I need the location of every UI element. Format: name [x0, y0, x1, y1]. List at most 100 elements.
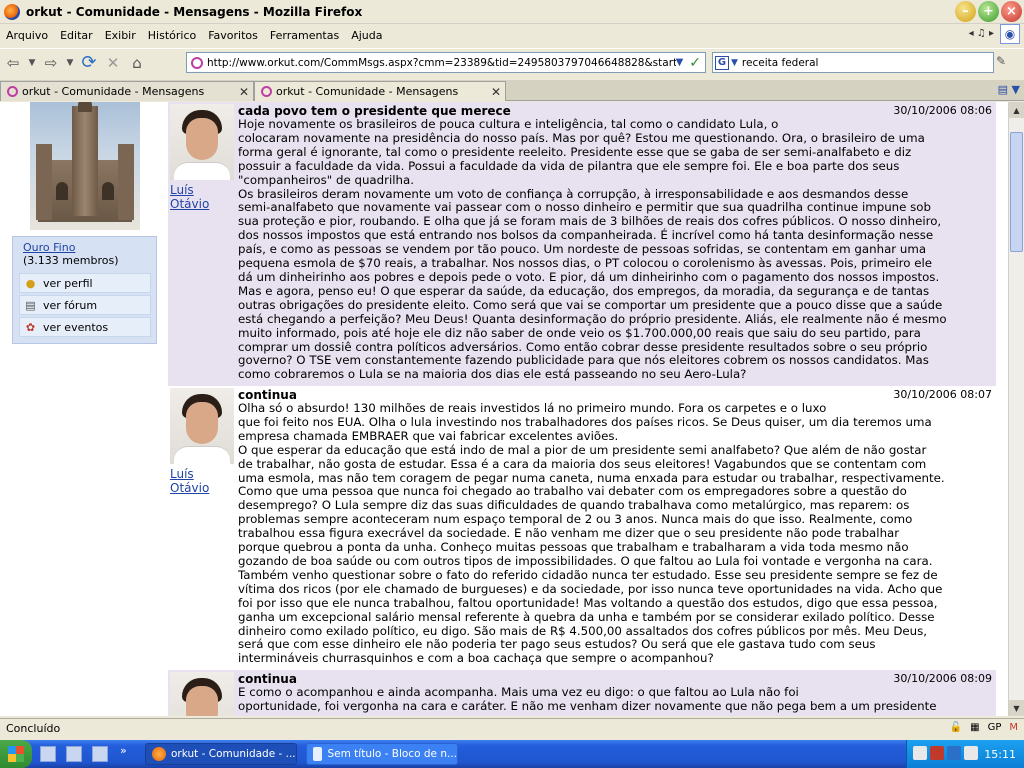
tab-list-icon[interactable]: ▤ ▼	[998, 83, 1020, 96]
view-forum-link[interactable]: ▤ ver fórum	[19, 295, 151, 315]
community-info-panel: Ouro Fino (3.133 membros) ● ver perfil ▤…	[12, 236, 157, 344]
windows-logo-icon	[8, 746, 24, 762]
menu-exibir[interactable]: Exibir	[105, 29, 136, 42]
back-dropdown-icon[interactable]: ▼	[26, 52, 38, 74]
back-icon[interactable]: ⇦	[2, 52, 24, 74]
tab-2[interactable]: orkut - Comunidade - Mensagens ✕	[254, 81, 506, 101]
taskbar-notepad[interactable]: Sem título - Bloco de n...	[306, 743, 458, 765]
menu-ferramentas[interactable]: Ferramentas	[270, 29, 339, 42]
tray-icon[interactable]	[930, 746, 944, 760]
forum-icon: ▤	[25, 298, 36, 312]
message-title: continua	[238, 388, 297, 402]
tab-1[interactable]: orkut - Comunidade - Mensagens ✕	[0, 81, 254, 101]
search-engine-dropdown-icon[interactable]: ▼	[731, 58, 738, 68]
message-date: 30/10/2006 08:09	[893, 672, 992, 685]
message-body: Olha só o absurdo! 130 milhões de reais …	[238, 402, 945, 666]
author-avatar[interactable]	[170, 672, 234, 716]
firefox-icon	[4, 3, 20, 20]
taskbar-firefox[interactable]: orkut - Comunidade - ...	[145, 743, 297, 765]
network-icon[interactable]: ▦	[970, 722, 979, 733]
status-text: Concluído	[6, 722, 61, 735]
menu-favoritos[interactable]: Favoritos	[208, 29, 258, 42]
tab-label: orkut - Comunidade - Mensagens	[22, 85, 205, 98]
tray-icon[interactable]	[913, 746, 927, 760]
author-link[interactable]: Luís Otávio	[170, 183, 234, 211]
message-body: E como o acompanhou e ainda acompanha. M…	[238, 686, 937, 713]
window-title: orkut - Comunidade - Mensagens - Mozilla…	[26, 4, 363, 19]
search-engine-icon[interactable]: G	[715, 55, 729, 70]
tab-close-icon[interactable]: ✕	[491, 85, 501, 99]
tab-label: orkut - Comunidade - Mensagens	[276, 85, 459, 98]
taskbar: » orkut - Comunidade - ... Sem título - …	[0, 740, 1024, 768]
tray-icon[interactable]	[964, 746, 978, 760]
message-body: Hoje novamente os brasileiros de pouca c…	[238, 118, 947, 382]
message-title: cada povo tem o presidente que merece	[238, 104, 511, 118]
minimize-button[interactable]: –	[955, 1, 976, 22]
community-photo[interactable]	[30, 102, 140, 230]
status-bar: Concluído 🔓 ▦ GP M	[0, 718, 1024, 738]
menu-editar[interactable]: Editar	[60, 29, 93, 42]
menu-bar: Arquivo Editar Exibir Histórico Favorito…	[0, 24, 1024, 46]
go-icon[interactable]: ✓	[689, 55, 701, 71]
scroll-thumb[interactable]	[1010, 132, 1023, 252]
url-bar[interactable]: http://www.orkut.com/CommMsgs.aspx?cmm=2…	[186, 52, 706, 73]
toolbar-extension-icons[interactable]: ◂ ♫ ▸	[969, 28, 994, 39]
forward-dropdown-icon[interactable]: ▼	[64, 52, 76, 74]
tab-close-icon[interactable]: ✕	[239, 85, 249, 99]
author-avatar[interactable]	[170, 104, 234, 180]
mail-icon[interactable]: M	[1009, 722, 1018, 733]
view-events-link[interactable]: ✿ ver eventos	[19, 317, 151, 337]
quicklaunch-icon[interactable]	[66, 746, 82, 762]
site-favicon-icon	[191, 56, 203, 69]
tab-favicon-icon	[261, 86, 272, 97]
system-tray: 15:11	[906, 740, 1024, 768]
lock-icon[interactable]: 🔓	[950, 722, 962, 733]
left-sidebar: Ouro Fino (3.133 membros) ● ver perfil ▤…	[0, 102, 168, 716]
author-avatar[interactable]	[170, 388, 234, 464]
notepad-task-icon	[313, 747, 323, 761]
search-input[interactable]: receita federal	[742, 57, 819, 69]
search-go-icon[interactable]: ✎	[996, 54, 1014, 72]
reload-icon[interactable]: ⟳	[78, 52, 100, 74]
message-list: Luís Otávio cada povo tem o presidente q…	[168, 102, 996, 716]
tray-icon[interactable]	[947, 746, 961, 760]
message-date: 30/10/2006 08:06	[893, 104, 992, 117]
message-item: Luís Otávio cada povo tem o presidente q…	[168, 102, 996, 386]
scroll-up-icon[interactable]: ▲	[1009, 102, 1024, 118]
quicklaunch-icon[interactable]	[40, 746, 56, 762]
clock[interactable]: 15:11	[984, 748, 1016, 761]
vertical-scrollbar[interactable]: ▲ ▼	[1008, 102, 1024, 716]
search-bar[interactable]: G ▼ receita federal	[712, 52, 994, 73]
community-members-count: (3.133 membros)	[23, 254, 119, 267]
stop-icon[interactable]: ✕	[102, 52, 124, 74]
menu-ajuda[interactable]: Ajuda	[351, 29, 382, 42]
tab-favicon-icon	[7, 86, 18, 97]
message-date: 30/10/2006 08:07	[893, 388, 992, 401]
window-titlebar: orkut - Comunidade - Mensagens - Mozilla…	[0, 0, 1024, 24]
page-content: Ouro Fino (3.133 membros) ● ver perfil ▤…	[0, 102, 1008, 716]
close-button[interactable]: ×	[1001, 1, 1022, 22]
events-icon: ✿	[25, 320, 36, 334]
menu-historico[interactable]: Histórico	[148, 29, 196, 42]
menu-arquivo[interactable]: Arquivo	[6, 29, 48, 42]
message-item: Luís Otávio continua 30/10/2006 08:07 Ol…	[168, 386, 996, 670]
tab-bar: orkut - Comunidade - Mensagens ✕ orkut -…	[0, 80, 1024, 101]
scroll-down-icon[interactable]: ▼	[1009, 700, 1024, 716]
view-profile-link[interactable]: ● ver perfil	[19, 273, 151, 293]
person-icon: ●	[25, 276, 36, 290]
community-name-link[interactable]: Ouro Fino	[23, 241, 75, 254]
home-icon[interactable]: ⌂	[126, 52, 148, 74]
quicklaunch-icon[interactable]	[92, 746, 108, 762]
url-text[interactable]: http://www.orkut.com/CommMsgs.aspx?cmm=2…	[207, 57, 676, 69]
throbber-icon: ◉	[1000, 24, 1020, 44]
message-title: continua	[238, 672, 297, 686]
message-item: continua 30/10/2006 08:09 E como o acomp…	[168, 670, 996, 716]
quicklaunch-more-icon[interactable]: »	[120, 744, 127, 757]
firefox-task-icon	[152, 747, 166, 761]
author-link[interactable]: Luís Otávio	[170, 467, 234, 495]
url-dropdown-icon[interactable]: ▼	[676, 57, 684, 68]
maximize-button[interactable]: +	[978, 1, 999, 22]
status-gp-label[interactable]: GP	[988, 722, 1002, 733]
start-button[interactable]	[0, 740, 32, 768]
forward-icon[interactable]: ⇨	[40, 52, 62, 74]
